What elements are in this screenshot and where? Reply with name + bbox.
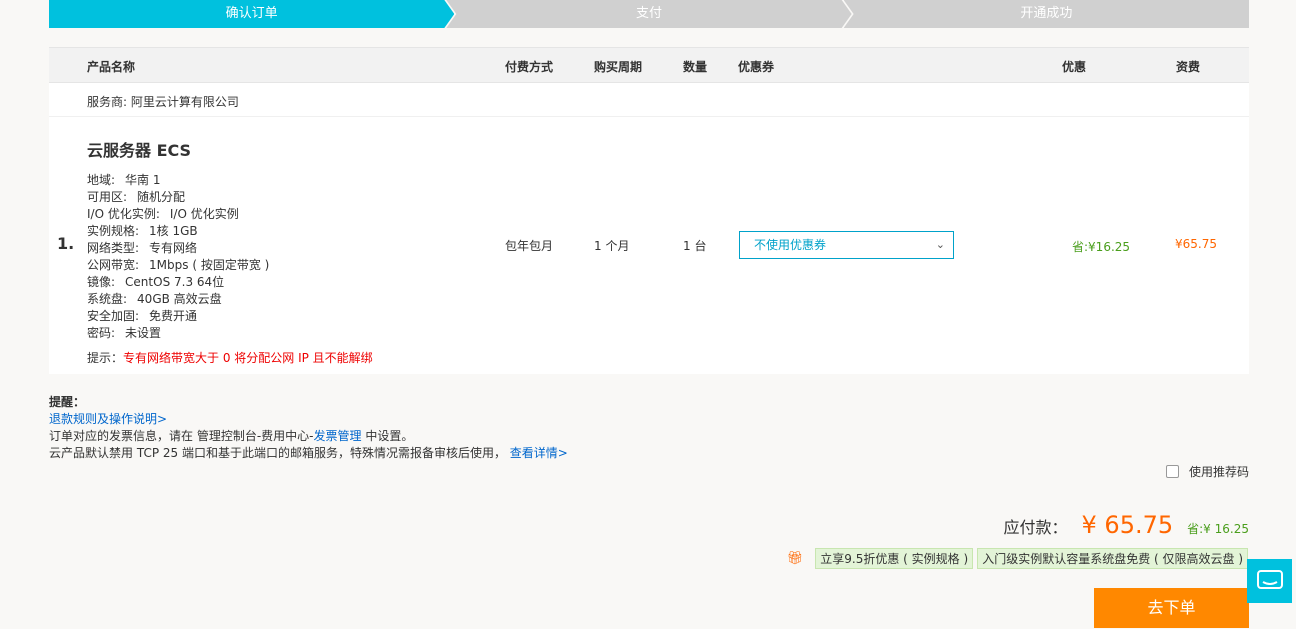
invoice-management-link[interactable]: 发票管理: [313, 429, 361, 443]
row-index: 1.: [57, 234, 75, 253]
total-amount: ¥ 65.75: [1081, 511, 1174, 539]
view-details-link[interactable]: 查看详情>: [510, 446, 568, 460]
chat-icon: [1256, 570, 1283, 589]
header-product: 产品名称: [87, 60, 136, 74]
reminder-title: 提醒：: [49, 395, 86, 409]
recommend-code-checkbox[interactable]: [1166, 465, 1179, 478]
header-pay-method: 付费方式: [505, 60, 554, 74]
total-label: 应付款：: [1003, 518, 1068, 537]
order-total: 应付款： ¥ 65.75 省:¥ 16.25: [1004, 511, 1249, 539]
recommend-code-toggle[interactable]: 使用推荐码: [1166, 463, 1249, 480]
chat-support-button[interactable]: [1247, 559, 1292, 603]
quantity-value: 1 台: [683, 239, 707, 253]
promo-tag: 立享9.5折优惠 ( 实例规格 ): [815, 548, 974, 569]
spec-item: 公网带宽: 1Mbps ( 按固定带宽 ): [87, 258, 270, 272]
refund-rules-link[interactable]: 退款规则及操作说明>: [49, 412, 167, 426]
step-activated: 开通成功: [843, 0, 1249, 28]
network-tip: 提示：专有网络带宽大于 0 将分配公网 IP 且不能解绑: [87, 351, 373, 365]
spec-item: I/O 优化实例: I/O 优化实例: [87, 207, 239, 221]
spec-item: 地域: 华南 1: [87, 173, 161, 187]
product-name: 云服务器 ECS: [87, 141, 192, 160]
spec-item: 可用区: 随机分配: [87, 190, 186, 204]
order-steps: 确认订单 支付 开通成功: [49, 0, 1249, 28]
coupon-select[interactable]: 不使用优惠券 ⌄: [739, 231, 954, 259]
spec-item: 密码: 未设置: [87, 326, 162, 340]
reminder-notes: 提醒： 退款规则及操作说明> 订单对应的发票信息，请在 管理控制台-费用中心-发…: [49, 394, 568, 462]
spec-item: 镜像: CentOS 7.3 64位: [87, 275, 225, 289]
recommend-code-label: 使用推荐码: [1189, 465, 1250, 479]
spec-item: 系统盘: 40GB 高效云盘: [87, 292, 222, 306]
pay-method-value: 包年包月: [505, 239, 554, 253]
header-fee: 资费: [1176, 60, 1201, 74]
discount-value: 省:¥16.25: [1072, 240, 1131, 254]
step-payment: 支付: [446, 0, 851, 28]
tcp-note: 云产品默认禁用 TCP 25 端口和基于此端口的邮箱服务，特殊情况需报备审核后使…: [49, 446, 568, 460]
provider-name: 服务商: 阿里云计算有限公司: [87, 95, 239, 109]
promo-tag: 入门级实例默认容量系统盘免费 ( 仅限高效云盘 ): [977, 548, 1248, 569]
tip-warning: 专有网络带宽大于 0 将分配公网 IP 且不能解绑: [123, 351, 373, 365]
table-header: 产品名称 付费方式 购买周期 数量 优惠券 优惠 资费: [49, 47, 1249, 83]
promotions: 🎁︎ 立享9.5折优惠 ( 实例规格 ) 入门级实例默认容量系统盘免费 ( 仅限…: [787, 548, 1248, 569]
period-value: 1 个月: [594, 239, 630, 253]
invoice-note: 订单对应的发票信息，请在 管理控制台-费用中心-发票管理 中设置。: [49, 429, 414, 443]
coupon-selected-value: 不使用优惠券: [754, 238, 827, 252]
order-table: 产品名称 付费方式 购买周期 数量 优惠券 优惠 资费 服务商: 阿里云计算有限…: [49, 47, 1249, 374]
total-save: 省:¥ 16.25: [1187, 522, 1249, 536]
provider-row: 服务商: 阿里云计算有限公司: [49, 83, 1249, 117]
spec-item: 安全加固: 免费开通: [87, 309, 198, 323]
header-quantity: 数量: [683, 60, 708, 74]
fee-value: ¥65.75: [1175, 237, 1217, 251]
spec-item: 网络类型: 专有网络: [87, 241, 198, 255]
header-period: 购买周期: [594, 60, 643, 74]
table-row: 1. 云服务器 ECS 地域: 华南 1 可用区: 随机分配 I/O 优化实例: I/…: [49, 117, 1249, 374]
step-confirm-order: 确认订单: [49, 0, 454, 28]
chevron-down-icon: ⌄: [935, 238, 945, 251]
place-order-button[interactable]: 去下单: [1094, 588, 1249, 628]
header-discount: 优惠: [1062, 60, 1087, 74]
spec-item: 实例规格: 1核 1GB: [87, 224, 198, 238]
header-coupon: 优惠券: [738, 60, 775, 74]
gift-icon: 🎁︎: [786, 551, 804, 566]
product-specs: 地域: 华南 1 可用区: 随机分配 I/O 优化实例: I/O 优化实例 实例规格:…: [87, 172, 269, 342]
